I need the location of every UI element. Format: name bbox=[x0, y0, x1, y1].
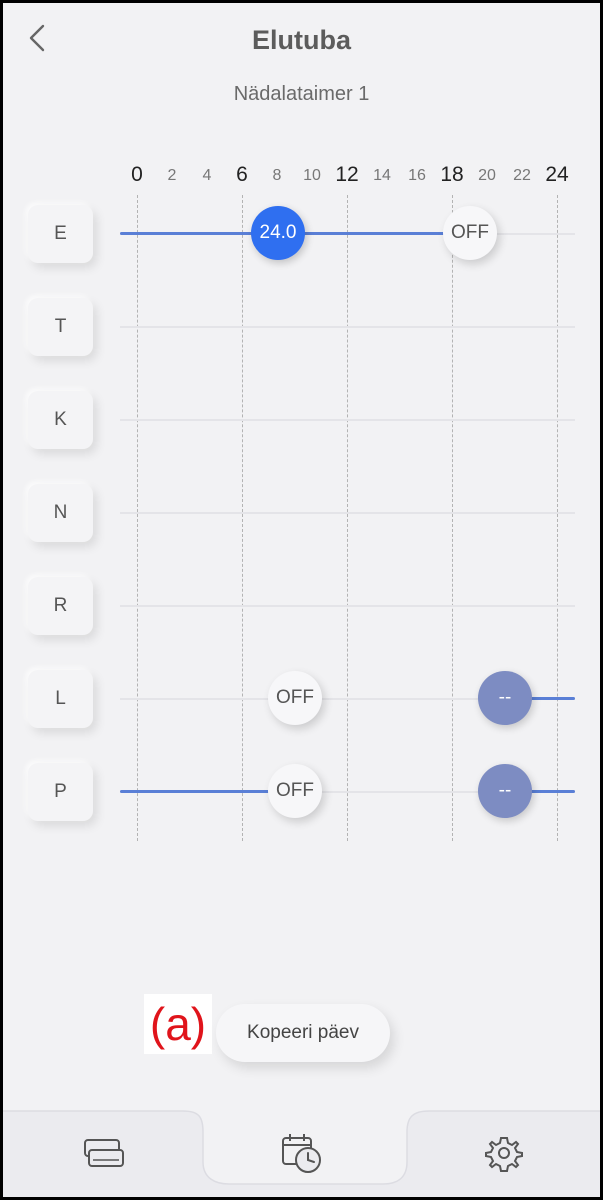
hour-tick-12: 12 bbox=[335, 163, 359, 186]
annotation-label: (a) bbox=[144, 994, 212, 1054]
schedule-handle-l-off[interactable]: OFF bbox=[268, 671, 322, 725]
day-button-e[interactable]: E bbox=[28, 205, 93, 263]
hour-tick-2: 2 bbox=[167, 167, 177, 184]
day-button-p[interactable]: P bbox=[28, 763, 93, 821]
schedule-handle-e-start[interactable]: 24.0 bbox=[251, 206, 305, 260]
bottom-navigation bbox=[3, 1108, 600, 1197]
hour-tick-0: 0 bbox=[131, 163, 143, 186]
calendar-clock-icon bbox=[282, 1134, 321, 1173]
day-track-r bbox=[120, 605, 575, 607]
app-screen: Elutuba Nädalataimer 1 0 2 4 6 8 10 12 1… bbox=[0, 0, 603, 1200]
day-button-n[interactable]: N bbox=[28, 484, 93, 542]
gridline-0h bbox=[137, 195, 138, 841]
schedule-handle-l-start[interactable]: -- bbox=[478, 671, 532, 725]
hour-tick-24: 24 bbox=[545, 163, 569, 186]
hour-tick-16: 16 bbox=[408, 167, 426, 184]
day-button-k[interactable]: K bbox=[28, 391, 93, 449]
gridline-12h bbox=[347, 195, 348, 841]
day-button-l[interactable]: L bbox=[28, 670, 93, 728]
hour-tick-14: 14 bbox=[373, 167, 391, 184]
hour-tick-6: 6 bbox=[236, 163, 248, 186]
hour-tick-18: 18 bbox=[440, 163, 464, 186]
page-subtitle: Nädalataimer 1 bbox=[233, 83, 370, 105]
hour-tick-20: 20 bbox=[478, 167, 496, 184]
devices-icon bbox=[84, 1139, 124, 1167]
schedule-handle-p-off[interactable]: OFF bbox=[268, 764, 322, 818]
day-button-r[interactable]: R bbox=[28, 577, 93, 635]
day-track-k bbox=[120, 419, 575, 421]
nav-settings-button[interactable] bbox=[481, 1130, 527, 1176]
hour-tick-8: 8 bbox=[272, 167, 282, 184]
nav-devices-button[interactable] bbox=[81, 1130, 127, 1176]
hour-tick-22: 22 bbox=[513, 167, 531, 184]
gridline-18h bbox=[452, 195, 453, 841]
nav-schedule-button[interactable] bbox=[279, 1130, 325, 1176]
hour-tick-4: 4 bbox=[202, 167, 212, 184]
copy-day-button[interactable]: Kopeeri päev bbox=[216, 1004, 390, 1062]
gear-icon bbox=[485, 1137, 523, 1172]
gridline-6h bbox=[242, 195, 243, 841]
hour-tick-10: 10 bbox=[303, 167, 321, 184]
schedule-handle-e-end[interactable]: OFF bbox=[443, 206, 497, 260]
day-button-t[interactable]: T bbox=[28, 298, 93, 356]
gridline-24h bbox=[557, 195, 558, 841]
day-track-t bbox=[120, 326, 575, 328]
day-track-n bbox=[120, 512, 575, 514]
schedule-handle-p-start[interactable]: -- bbox=[478, 764, 532, 818]
page-title: Elutuba bbox=[252, 25, 351, 55]
